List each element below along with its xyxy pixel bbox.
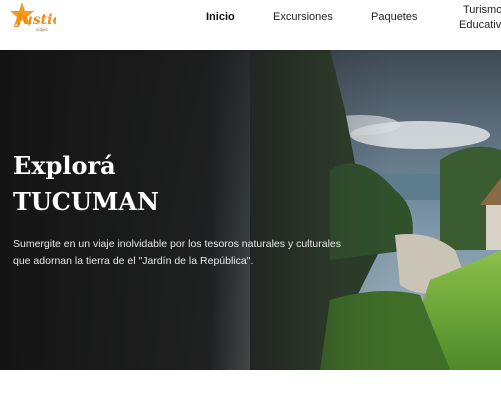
hero-title-line2: TUCUMAN <box>13 187 159 216</box>
hero-title-line1: Explorá <box>13 151 116 180</box>
svg-text:Justic: Justic <box>13 12 56 28</box>
nav-excursiones[interactable]: Excursiones <box>273 11 333 23</box>
nav-turismo-label: Turismo <box>463 4 501 16</box>
logo-star-icon: Justic viajes <box>10 2 61 32</box>
hero-section: Explorá TUCUMAN Sumergite en un viaje in… <box>0 50 501 370</box>
nav-paquetes[interactable]: Paquetes <box>371 11 417 23</box>
nav-turismo-educativo[interactable]: Turismo Educativo <box>459 3 501 33</box>
hero-title: Explorá TUCUMAN <box>13 148 159 220</box>
hero-description: Sumergite en un viaje inolvidable por lo… <box>13 238 342 267</box>
nav-educativo-label: Educativo <box>459 19 501 31</box>
nav-inicio[interactable]: Inicio <box>206 11 235 23</box>
site-header: Justic viajes Inicio Excursiones Paquete… <box>0 0 501 50</box>
brand-logo[interactable]: Justic viajes <box>10 0 61 38</box>
svg-text:viajes: viajes <box>36 27 48 32</box>
